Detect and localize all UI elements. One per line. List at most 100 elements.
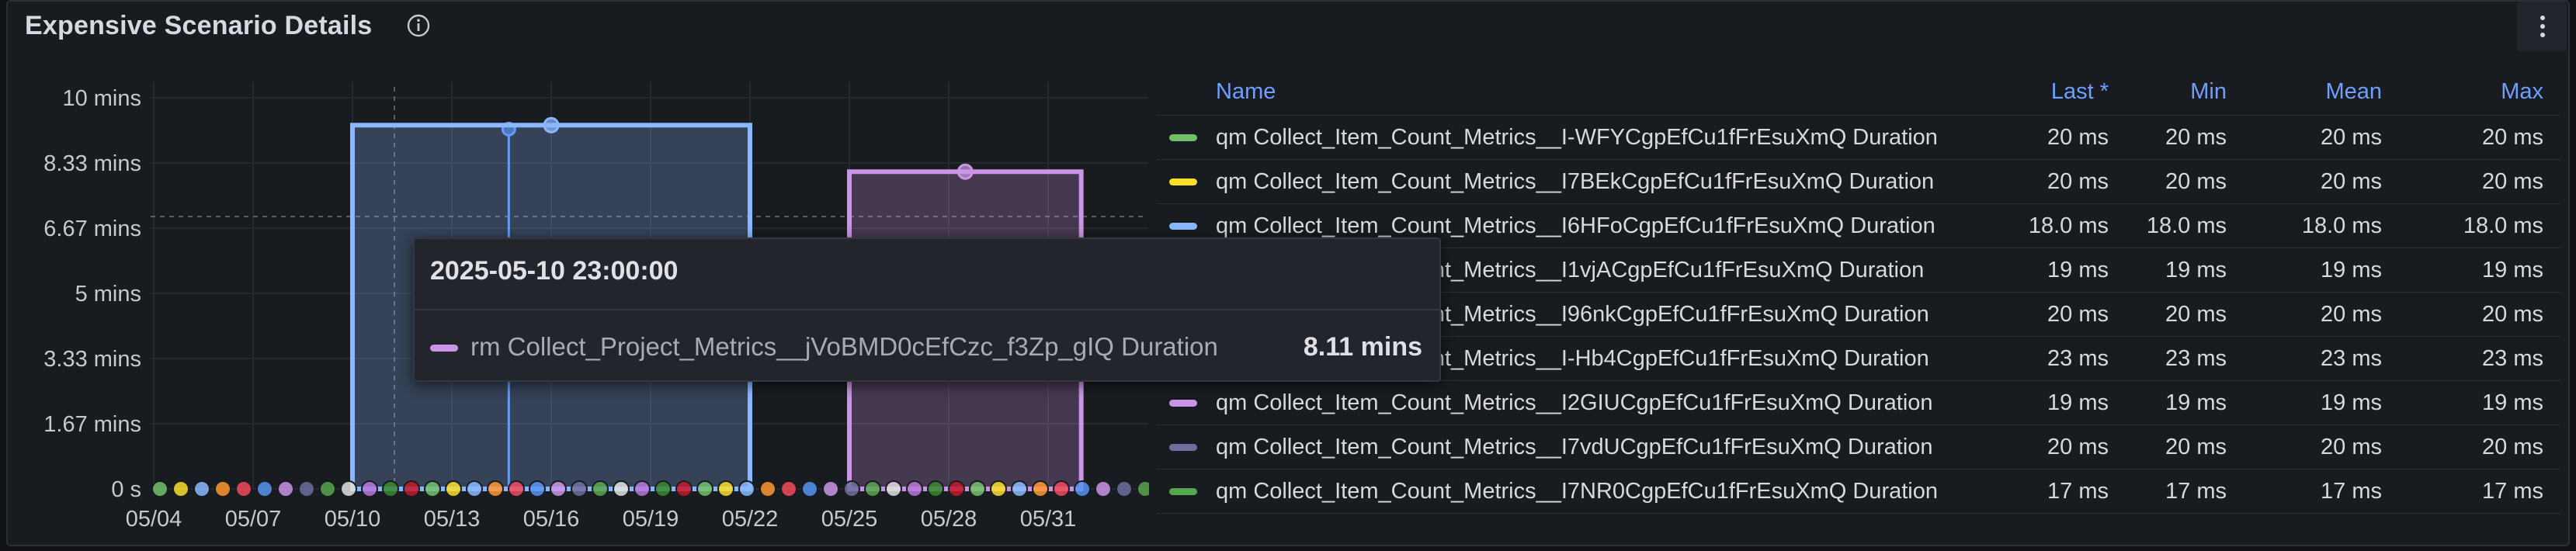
legend-header-max[interactable]: Max — [2399, 68, 2560, 116]
y-tick-label: 0 s — [111, 477, 141, 502]
legend-last: 18.0 ms — [1989, 203, 2126, 248]
legend-mean: 17 ms — [2244, 469, 2399, 514]
tooltip-time: 2025-05-10 23:00:00 — [430, 256, 679, 286]
series-point — [956, 163, 974, 180]
baseline-point — [319, 480, 336, 497]
legend-max: 20 ms — [2399, 115, 2560, 160]
series-color-swatch — [1169, 178, 1197, 186]
x-tick-label: 05/04 — [126, 507, 182, 532]
legend-header-name[interactable]: Name — [1157, 68, 1989, 116]
baseline-point — [235, 480, 252, 497]
baseline-point — [445, 480, 462, 497]
legend-series-name[interactable]: qm Collect_Item_Count_Metrics__I-WFYCgpE… — [1157, 115, 1989, 160]
y-tick-label: 1.67 mins — [43, 412, 141, 437]
x-tick-label: 05/22 — [722, 507, 779, 532]
baseline-point — [738, 480, 755, 497]
x-tick-label: 05/31 — [1020, 507, 1077, 532]
baseline-point — [1011, 480, 1028, 497]
series-color-swatch — [1169, 134, 1197, 142]
legend-mean: 18.0 ms — [2244, 203, 2399, 248]
x-tick-label: 05/10 — [325, 507, 381, 532]
baseline-point — [172, 480, 189, 497]
tooltip-series-swatch — [430, 345, 458, 352]
legend-min: 20 ms — [2126, 159, 2244, 204]
baseline-point — [403, 480, 420, 497]
chart-tooltip: 2025-05-10 23:00:00 rm Collect_Project_M… — [413, 237, 1441, 382]
baseline-point — [654, 480, 672, 497]
baseline-point — [990, 480, 1007, 497]
x-tick-label: 05/19 — [623, 507, 679, 532]
legend-series-name[interactable]: qm Collect_Item_Count_Metrics__I7NR0CgpE… — [1157, 469, 1989, 514]
baseline-point — [634, 480, 651, 497]
baseline-point — [927, 480, 944, 497]
baseline-point — [969, 480, 986, 497]
baseline-point — [675, 480, 693, 497]
legend-header-min[interactable]: Min — [2126, 68, 2244, 116]
legend-series-label: qm Collect_Item_Count_Metrics__I-WFYCgpE… — [1216, 124, 1938, 150]
legend-header-row: Name Last * Min Mean Max — [1157, 68, 2560, 116]
legend-row[interactable]: qm Collect_Item_Count_Metrics__I2GIUCgpE… — [1157, 380, 2560, 425]
legend-last: 23 ms — [1989, 336, 2126, 381]
baseline-point — [1032, 480, 1049, 497]
baseline-point — [864, 480, 881, 497]
kebab-menu-icon[interactable] — [2517, 2, 2567, 51]
legend-mean: 19 ms — [2244, 380, 2399, 425]
legend-series-name[interactable]: qm Collect_Item_Count_Metrics__I7BEkCgpE… — [1157, 159, 1989, 204]
legend-max: 20 ms — [2399, 292, 2560, 337]
baseline-point — [571, 480, 588, 497]
legend-min: 20 ms — [2126, 292, 2244, 337]
legend-last: 19 ms — [1989, 380, 2126, 425]
baseline-point — [298, 480, 315, 497]
baseline-point — [885, 480, 902, 497]
baseline-point — [1074, 480, 1091, 497]
legend-row[interactable]: qm Collect_Item_Count_Metrics__I-WFYCgpE… — [1157, 115, 2560, 160]
baseline-point — [1137, 480, 1149, 497]
baseline-point — [529, 480, 546, 497]
legend-min: 23 ms — [2126, 336, 2244, 381]
baseline-point — [1095, 480, 1112, 497]
baseline-point — [843, 480, 860, 497]
baseline-point — [906, 480, 923, 497]
baseline-point — [277, 480, 294, 497]
legend-header-last[interactable]: Last * — [1989, 68, 2126, 116]
tooltip-series-name: rm Collect_Project_Metrics__jVoBMD0cEfCz… — [470, 332, 1218, 361]
legend-max: 23 ms — [2399, 336, 2560, 381]
baseline-point — [466, 480, 483, 497]
legend-series-label: qm Collect_Item_Count_Metrics__I7NR0CgpE… — [1216, 478, 1938, 504]
legend-series-name[interactable]: qm Collect_Item_Count_Metrics__I2GIUCgpE… — [1157, 380, 1989, 425]
legend-header-mean[interactable]: Mean — [2244, 68, 2399, 116]
tooltip-value: 8.11 mins — [1303, 332, 1422, 362]
legend-last: 19 ms — [1989, 248, 2126, 293]
baseline-point — [801, 480, 818, 497]
y-tick-label: 5 mins — [75, 282, 141, 307]
x-tick-label: 05/07 — [225, 507, 282, 532]
baseline-point — [193, 480, 210, 497]
legend-row[interactable]: qm Collect_Item_Count_Metrics__I7vdUCgpE… — [1157, 425, 2560, 470]
legend-mean: 20 ms — [2244, 425, 2399, 470]
legend-last: 20 ms — [1989, 292, 2126, 337]
baseline-point — [592, 480, 609, 497]
legend-series-label: qm Collect_Item_Count_Metrics__I2GIUCgpE… — [1216, 390, 1933, 415]
series-color-swatch — [1169, 223, 1197, 230]
baseline-point — [550, 480, 567, 497]
series-color-swatch — [1169, 488, 1197, 496]
legend-series-name[interactable]: qm Collect_Item_Count_Metrics__I7vdUCgpE… — [1157, 425, 1989, 470]
legend-min: 19 ms — [2126, 248, 2244, 293]
y-tick-label: 10 mins — [62, 86, 141, 111]
legend-min: 20 ms — [2126, 115, 2244, 160]
legend-last: 17 ms — [1989, 469, 2126, 514]
baseline-point — [822, 480, 839, 497]
legend-max: 19 ms — [2399, 380, 2560, 425]
legend-last: 20 ms — [1989, 115, 2126, 160]
baseline-point — [487, 480, 504, 497]
baseline-point — [382, 480, 399, 497]
y-tick-label: 3.33 mins — [43, 347, 141, 372]
legend-series-label: qm Collect_Item_Count_Metrics__I7vdUCgpE… — [1216, 434, 1933, 459]
x-tick-label: 05/28 — [921, 507, 977, 532]
legend-max: 17 ms — [2399, 469, 2560, 514]
panel: Expensive Scenario Details 10 mins 8.33 m… — [6, 0, 2570, 546]
baseline-point — [696, 480, 713, 497]
legend-series-label: qm Collect_Item_Count_Metrics__I6HFoCgpE… — [1216, 213, 1935, 238]
legend-row[interactable]: qm Collect_Item_Count_Metrics__I7BEkCgpE… — [1157, 159, 2560, 204]
legend-row[interactable]: qm Collect_Item_Count_Metrics__I7NR0CgpE… — [1157, 469, 2560, 514]
